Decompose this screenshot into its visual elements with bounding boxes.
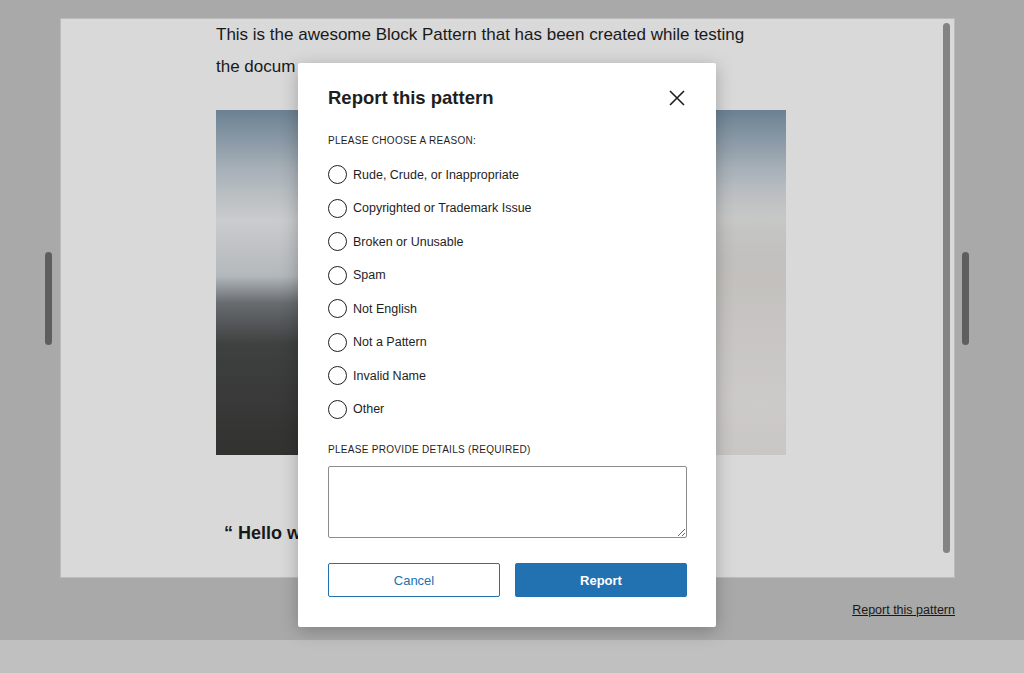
- radio-button[interactable]: [328, 165, 347, 184]
- reason-option[interactable]: Not English: [328, 292, 687, 326]
- reason-option[interactable]: Rude, Crude, or Inappropriate: [328, 158, 687, 192]
- reason-label: PLEASE CHOOSE A REASON:: [328, 134, 687, 148]
- reason-label[interactable]: Not English: [353, 301, 417, 317]
- cancel-button[interactable]: Cancel: [328, 563, 500, 597]
- radio-button[interactable]: [328, 266, 347, 285]
- radio-button[interactable]: [328, 366, 347, 385]
- details-label: PLEASE PROVIDE DETAILS (REQUIRED): [328, 443, 687, 457]
- reason-option[interactable]: Invalid Name: [328, 359, 687, 393]
- dialog-title: Report this pattern: [328, 85, 493, 111]
- reason-option[interactable]: Broken or Unusable: [328, 225, 687, 259]
- radio-button[interactable]: [328, 299, 347, 318]
- dialog-header: Report this pattern: [328, 85, 687, 111]
- details-field[interactable]: [328, 466, 687, 538]
- radio-button[interactable]: [328, 400, 347, 419]
- reason-label[interactable]: Other: [353, 401, 384, 417]
- close-icon[interactable]: [667, 88, 687, 108]
- radio-button[interactable]: [328, 333, 347, 352]
- reason-option[interactable]: Copyrighted or Trademark Issue: [328, 192, 687, 226]
- radio-button[interactable]: [328, 199, 347, 218]
- reason-option[interactable]: Other: [328, 393, 687, 427]
- reason-option[interactable]: Spam: [328, 259, 687, 293]
- reason-label[interactable]: Not a Pattern: [353, 334, 427, 350]
- reason-label[interactable]: Broken or Unusable: [353, 234, 463, 250]
- reason-label[interactable]: Copyrighted or Trademark Issue: [353, 200, 532, 216]
- reason-label[interactable]: Invalid Name: [353, 368, 426, 384]
- radio-button[interactable]: [328, 232, 347, 251]
- report-button[interactable]: Report: [515, 563, 687, 597]
- reason-list: Rude, Crude, or Inappropriate Copyrighted…: [328, 158, 687, 426]
- report-dialog: Report this pattern PLEASE CHOOSE A REASO…: [298, 63, 716, 627]
- dialog-buttons: Cancel Report: [328, 563, 687, 597]
- reason-label[interactable]: Spam: [353, 267, 386, 283]
- reason-label[interactable]: Rude, Crude, or Inappropriate: [353, 167, 519, 183]
- reason-option[interactable]: Not a Pattern: [328, 326, 687, 360]
